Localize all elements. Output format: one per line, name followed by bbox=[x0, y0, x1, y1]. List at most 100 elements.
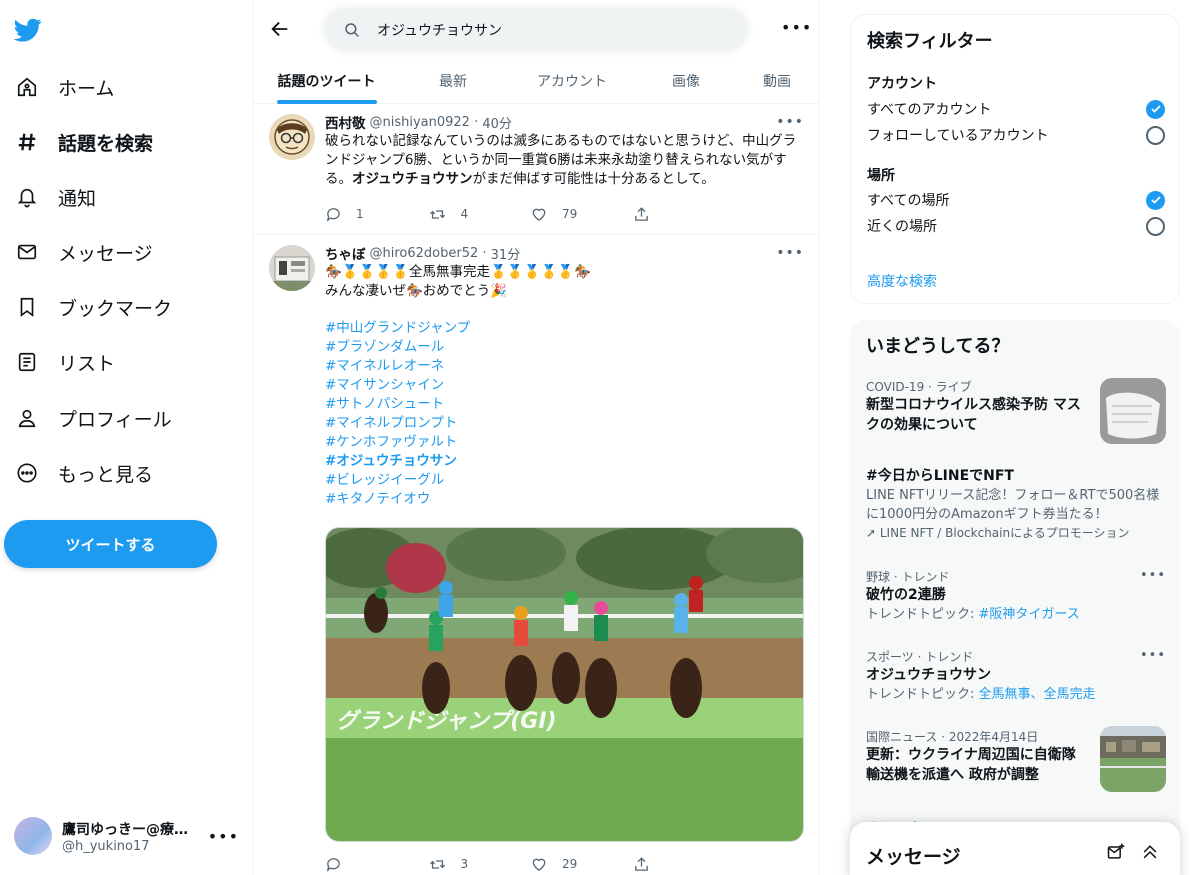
filter-option-following-accounts[interactable]: フォローしているアカウント bbox=[867, 125, 1165, 145]
tab-images[interactable]: 画像 bbox=[638, 58, 734, 104]
filter-option-nearby[interactable]: 近くの場所 bbox=[867, 216, 1165, 236]
tweet-text-highlight: オジュウチョウサン bbox=[352, 171, 473, 187]
more-horizontal-icon[interactable]: ••• bbox=[781, 18, 812, 37]
nav-explore[interactable]: 話題を検索 bbox=[14, 122, 153, 162]
tweet-time[interactable]: 40分 bbox=[482, 113, 512, 132]
reply-button[interactable]: 1 bbox=[325, 206, 428, 223]
nav-messages[interactable]: メッセージ bbox=[14, 232, 153, 272]
tab-latest[interactable]: 最新 bbox=[400, 58, 506, 104]
tab-videos[interactable]: 動画 bbox=[734, 58, 819, 104]
chevron-up-double-icon[interactable] bbox=[1140, 842, 1160, 862]
promoted-icon: ➚ bbox=[866, 526, 880, 540]
trend-topic-link[interactable]: #阪神タイガース bbox=[979, 607, 1080, 622]
like-button[interactable]: 29 bbox=[530, 856, 633, 873]
more-horizontal-icon[interactable]: ••• bbox=[776, 245, 804, 261]
hashtag-link[interactable]: #中山グランドジャンプ bbox=[325, 319, 805, 338]
hashtag-link[interactable]: #マイネルプロンプト bbox=[325, 414, 805, 433]
avatar[interactable] bbox=[269, 245, 315, 291]
more-horizontal-icon[interactable]: ••• bbox=[1140, 648, 1166, 663]
retweet-icon bbox=[429, 859, 445, 869]
share-icon bbox=[634, 856, 648, 871]
twitter-logo-icon[interactable] bbox=[14, 16, 42, 44]
heart-icon bbox=[532, 858, 546, 871]
more-horizontal-icon[interactable]: ••• bbox=[208, 827, 239, 846]
hashtag-link[interactable]: #キタノテイオウ bbox=[325, 490, 805, 509]
search-input[interactable]: オジュウチョウサン bbox=[325, 8, 747, 51]
more-horizontal-icon[interactable]: ••• bbox=[1140, 568, 1166, 583]
photo-banner-text: グランドジャンプ(GⅠ) bbox=[336, 709, 557, 734]
hashtag-link[interactable]: #マイサンシャイン bbox=[325, 376, 805, 395]
nav-lists[interactable]: リスト bbox=[14, 342, 115, 382]
search-tabs: 話題のツイート 最新 アカウント 画像 動画 bbox=[253, 58, 819, 104]
trend-thumbnail[interactable] bbox=[1100, 726, 1166, 792]
nav-label: メッセージ bbox=[58, 242, 153, 265]
tweet-button[interactable]: ツイートする bbox=[4, 520, 217, 568]
check-icon[interactable] bbox=[1146, 190, 1165, 210]
tweet-author-name[interactable]: ちゃぼ bbox=[325, 243, 366, 263]
trend-description: LINE NFTリリース記念！フォロー＆RTで500名様に1000円分のAmaz… bbox=[866, 488, 1160, 522]
retweet-button[interactable]: 4 bbox=[428, 206, 531, 223]
tweet-photo[interactable]: グランドジャンプ(GⅠ) bbox=[325, 527, 804, 842]
messages-drawer[interactable]: メッセージ bbox=[850, 822, 1180, 875]
reply-count: 1 bbox=[356, 207, 364, 221]
nav-more[interactable]: もっと見る bbox=[14, 453, 153, 493]
filter-option-all-accounts[interactable]: すべてのアカウント bbox=[867, 99, 1165, 119]
retweet-button[interactable]: 3 bbox=[428, 856, 531, 873]
tab-top[interactable]: 話題のツイート bbox=[253, 58, 400, 104]
nav-notifications[interactable]: 通知 bbox=[14, 177, 96, 217]
trend-title: オジュウチョウサン bbox=[866, 667, 992, 683]
hashtag-link[interactable]: #ビレッジイーグル bbox=[325, 471, 805, 490]
like-button[interactable]: 79 bbox=[530, 206, 633, 223]
tab-accounts[interactable]: アカウント bbox=[506, 58, 638, 104]
nav-profile[interactable]: プロフィール bbox=[14, 398, 172, 438]
advanced-search-link[interactable]: 高度な検索 bbox=[867, 271, 937, 291]
avatar[interactable] bbox=[269, 114, 315, 160]
bookmark-icon bbox=[14, 294, 40, 320]
more-horizontal-icon[interactable]: ••• bbox=[776, 114, 804, 130]
tweet[interactable]: ちゃぼ @hiro62dober52 · 31分 🏇🥇🥇🥇🥇全馬無事完走🥇🥇🥇🥇… bbox=[253, 235, 819, 875]
trend-item[interactable]: スポーツ · トレンド オジュウチョウサン トレンドトピック: 全馬無事、全馬完… bbox=[866, 648, 1166, 704]
tweet-time[interactable]: 31分 bbox=[491, 244, 521, 263]
new-message-icon[interactable] bbox=[1106, 842, 1126, 862]
right-sidebar: 検索フィルター アカウント すべてのアカウント フォローしているアカウント 場所… bbox=[820, 0, 1200, 875]
hashtag-link[interactable]: #マイネルレオーネ bbox=[325, 357, 805, 376]
option-label: 近くの場所 bbox=[867, 219, 937, 235]
account-switcher[interactable]: 鷹司ゆっきー@療… @h_yukino17 ••• bbox=[14, 815, 239, 857]
reply-button[interactable] bbox=[325, 856, 428, 873]
nav-label: 通知 bbox=[58, 187, 97, 210]
share-button[interactable] bbox=[633, 856, 736, 873]
back-arrow-icon[interactable] bbox=[269, 18, 291, 40]
nav-bookmarks[interactable]: ブックマーク bbox=[14, 287, 172, 327]
share-button[interactable] bbox=[633, 206, 736, 223]
trend-topic-link[interactable]: 全馬無事、全馬完走 bbox=[979, 687, 1096, 702]
hashtag-link[interactable]: #ブラゾンダムール bbox=[325, 338, 805, 357]
messages-title: メッセージ bbox=[866, 846, 961, 868]
nav-home[interactable]: ホーム bbox=[14, 67, 114, 107]
hashtag-link[interactable]: #オジュウチョウサン bbox=[325, 452, 805, 471]
search-query: オジュウチョウサン bbox=[377, 22, 503, 39]
separator-dot: · bbox=[478, 245, 491, 261]
tweet[interactable]: 西村敬 @nishiyan0922 · 40分 破られない記録なんていうのは滅多… bbox=[253, 104, 819, 235]
account-name: 鷹司ゆっきー@療… bbox=[62, 821, 188, 838]
app-root: ホーム 話題を検索 通知 メッセージ ブックマーク リスト プロフィール もっと… bbox=[0, 0, 1200, 875]
trend-topic-prefix: トレンドトピック: bbox=[866, 687, 979, 702]
tweet-handle[interactable]: @hiro62dober52 bbox=[370, 246, 479, 261]
tweet-handle[interactable]: @nishiyan0922 bbox=[370, 115, 470, 130]
hashtag-list: #中山グランドジャンプ #ブラゾンダムール #マイネルレオーネ #マイサンシャイ… bbox=[325, 319, 805, 509]
trends-title: いまどうしてる？ bbox=[866, 336, 1010, 357]
radio-icon[interactable] bbox=[1146, 216, 1165, 236]
tweet-author-name[interactable]: 西村敬 bbox=[325, 112, 366, 132]
trend-topic: トレンドトピック: 全馬無事、全馬完走 bbox=[866, 685, 1166, 704]
search-icon bbox=[345, 22, 359, 37]
filter-option-all-places[interactable]: すべての場所 bbox=[867, 190, 1165, 210]
trend-item-promoted[interactable]: #今日からLINEでNFT LINE NFTリリース記念！フォロー＆RTで500… bbox=[866, 466, 1166, 543]
trend-item[interactable]: 野球 · トレンド 破竹の2連勝 トレンドトピック: #阪神タイガース ••• bbox=[866, 568, 1166, 624]
filter-section-account: アカウント bbox=[867, 76, 937, 92]
hashtag-link[interactable]: #ケンホファヴァルト bbox=[325, 433, 805, 452]
tab-label: アカウント bbox=[537, 74, 607, 90]
option-label: すべての場所 bbox=[867, 193, 950, 209]
hashtag-link[interactable]: #サトノパシュート bbox=[325, 395, 805, 414]
check-icon[interactable] bbox=[1146, 99, 1165, 119]
radio-icon[interactable] bbox=[1146, 125, 1165, 145]
trend-thumbnail[interactable] bbox=[1100, 378, 1166, 444]
